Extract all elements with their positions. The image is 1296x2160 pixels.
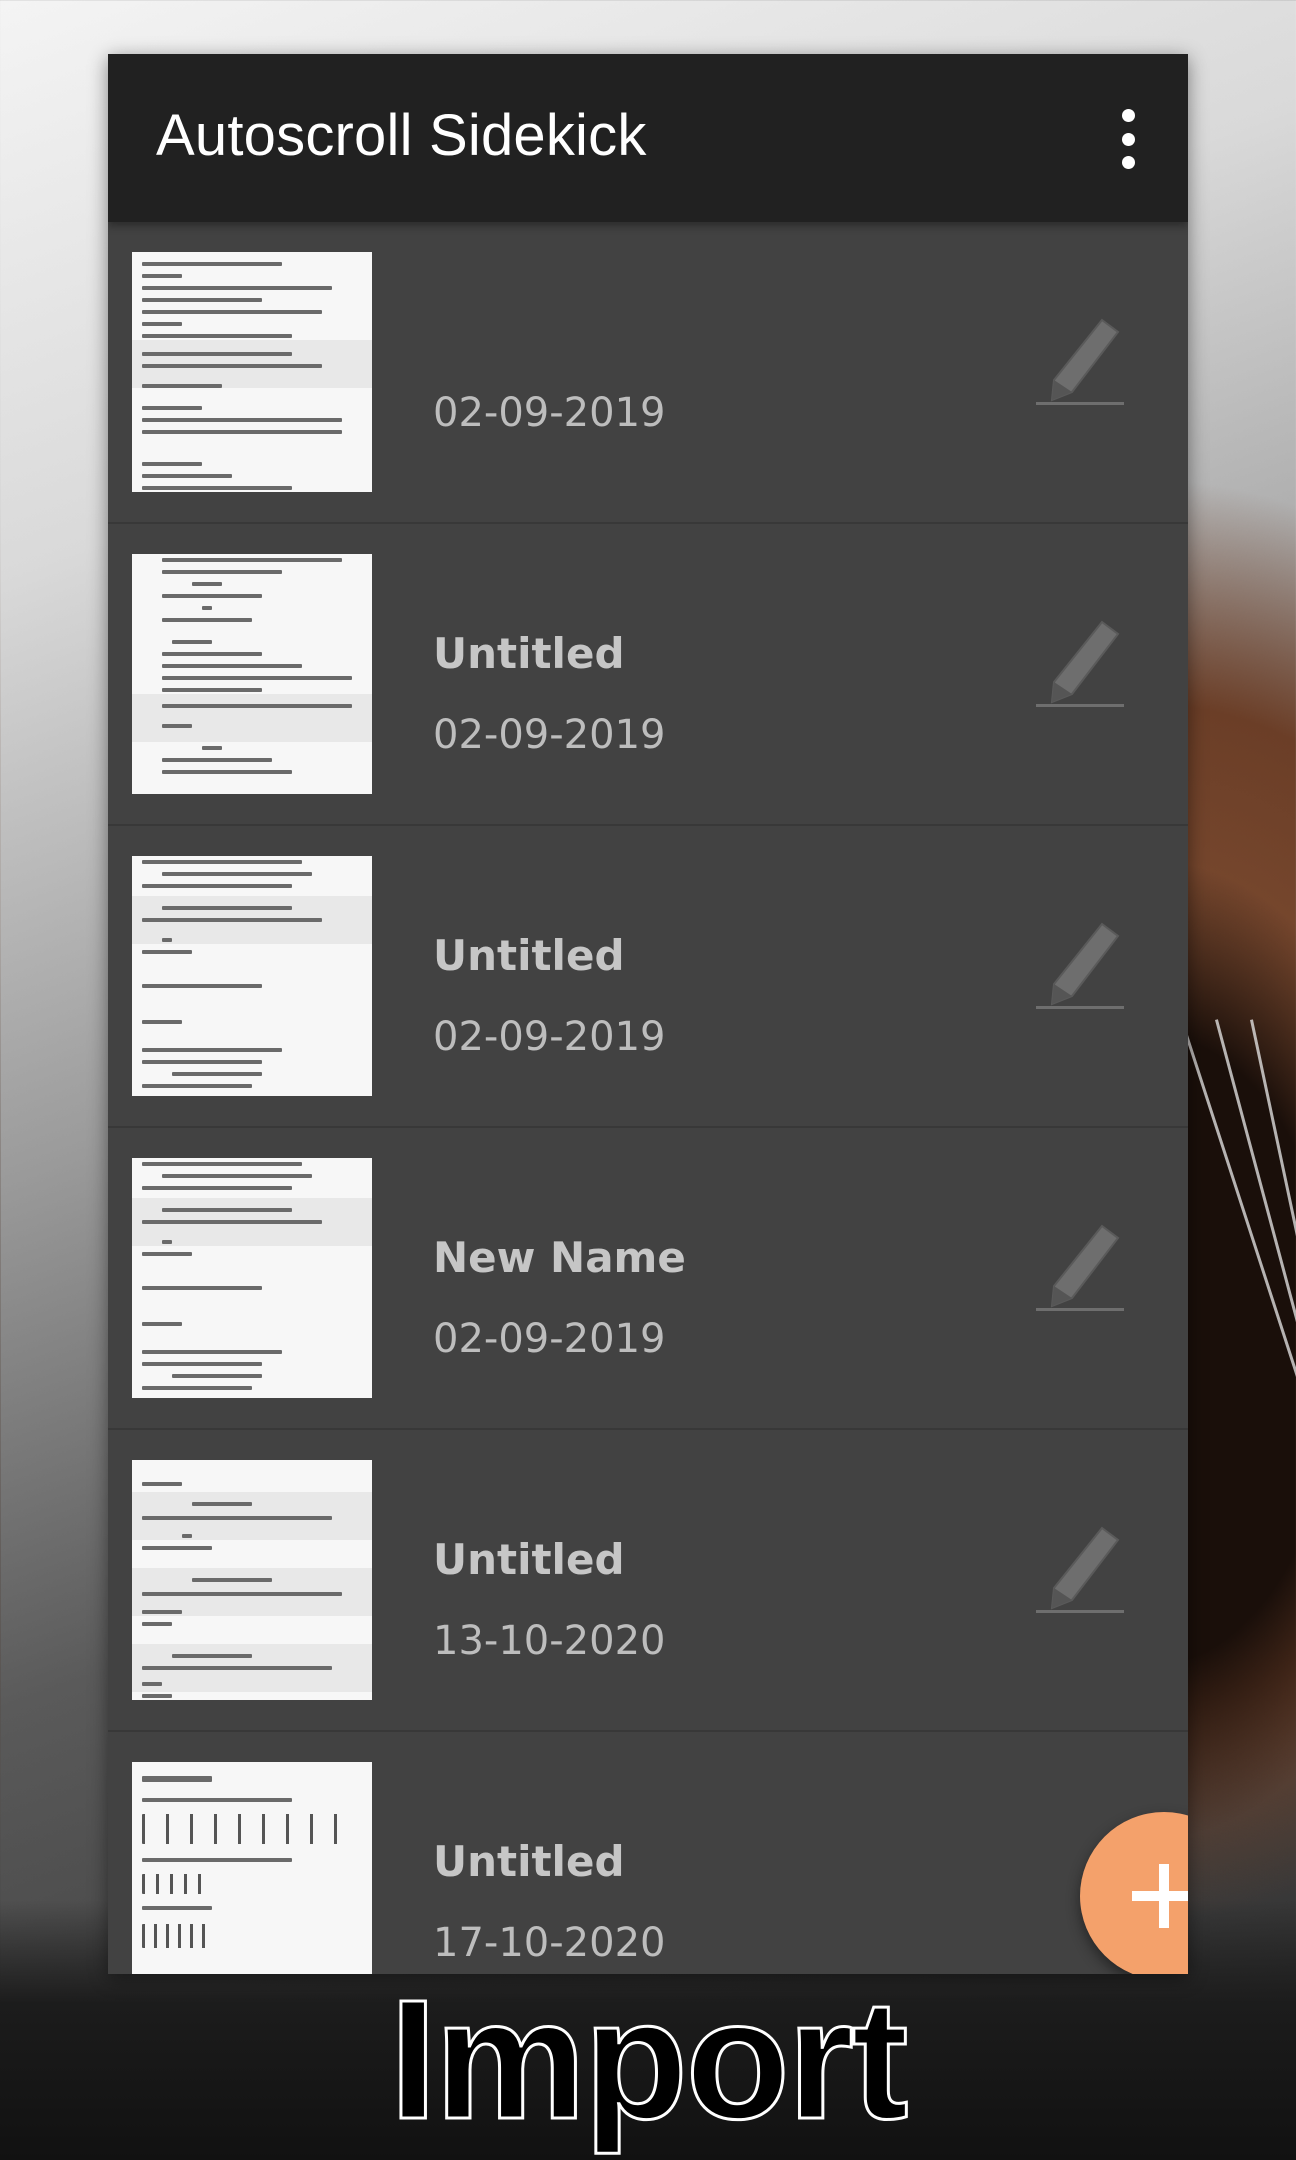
background-guitar-string [1250, 1019, 1296, 1705]
background-guitar-string [1215, 1019, 1296, 1697]
overflow-menu-icon[interactable] [1108, 109, 1148, 169]
song-list: 02-09-2019 Untitled 02-09-2019 Untitled … [108, 222, 1188, 1974]
song-name: New Name [433, 1233, 686, 1282]
app-window: Autoscroll Sidekick 02-09-2019 Untitled … [108, 54, 1188, 1974]
pencil-edit-icon[interactable] [1032, 1218, 1128, 1314]
import-caption: Import [388, 1965, 910, 2155]
song-date: 02-09-2019 [433, 390, 666, 436]
song-thumbnail [132, 1158, 372, 1398]
app-bar: Autoscroll Sidekick [108, 54, 1188, 222]
song-date: 02-09-2019 [433, 1316, 666, 1362]
song-list-item[interactable]: Untitled 02-09-2019 [108, 524, 1188, 826]
song-name: Untitled [433, 629, 625, 678]
song-thumbnail [132, 252, 372, 492]
song-list-item[interactable]: Untitled 02-09-2019 [108, 826, 1188, 1128]
song-date: 02-09-2019 [433, 1014, 666, 1060]
song-list-item[interactable]: Untitled 13-10-2020 [108, 1430, 1188, 1732]
app-title: Autoscroll Sidekick [156, 103, 647, 168]
background-guitar-string [1180, 1019, 1296, 1686]
song-name: Untitled [433, 931, 625, 980]
song-list-item[interactable]: 02-09-2019 [108, 222, 1188, 524]
plus-icon [1132, 1864, 1188, 1928]
song-date: 17-10-2020 [433, 1920, 666, 1966]
pencil-edit-icon[interactable] [1032, 916, 1128, 1012]
song-thumbnail [132, 554, 372, 794]
song-thumbnail [132, 1762, 372, 1974]
song-list-item[interactable]: New Name 02-09-2019 [108, 1128, 1188, 1430]
song-date: 02-09-2019 [433, 712, 666, 758]
song-thumbnail [132, 1460, 372, 1700]
song-list-item[interactable]: Untitled 17-10-2020 [108, 1732, 1188, 1974]
song-thumbnail [132, 856, 372, 1096]
song-date: 13-10-2020 [433, 1618, 666, 1664]
pencil-edit-icon[interactable] [1032, 614, 1128, 710]
pencil-edit-icon[interactable] [1032, 1520, 1128, 1616]
song-name: Untitled [433, 1837, 625, 1886]
pencil-edit-icon[interactable] [1032, 312, 1128, 408]
song-name: Untitled [433, 1535, 625, 1584]
